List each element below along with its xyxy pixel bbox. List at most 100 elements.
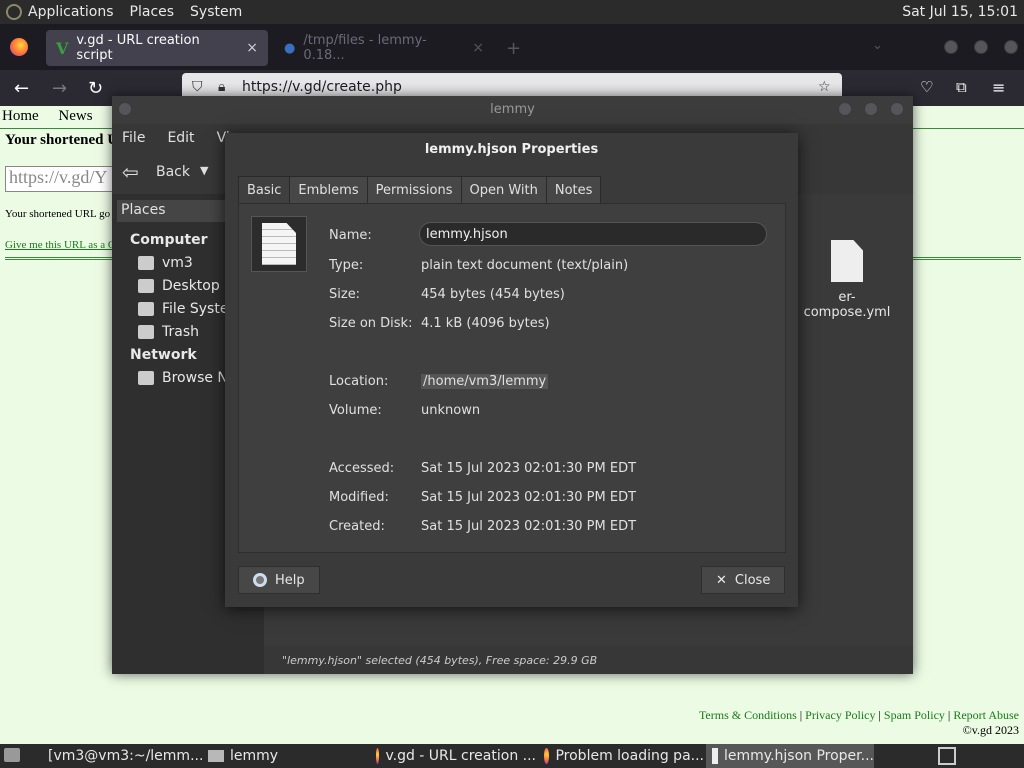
taskbar-item-vgd[interactable]: v.gd - URL creation ...: [370, 744, 536, 768]
maximize-button[interactable]: [864, 102, 878, 116]
globe-icon: ●: [284, 40, 296, 56]
location-value[interactable]: /home/vm3/lemmy: [421, 374, 549, 389]
firefox-icon: [544, 748, 550, 764]
workspace-switcher-icon[interactable]: [938, 747, 956, 765]
size-value: 454 bytes (454 bytes): [421, 287, 565, 302]
bookmark-star-icon[interactable]: ☆: [818, 79, 831, 95]
accessed-value: Sat 15 Jul 2023 02:01:30 PM EDT: [421, 461, 637, 476]
sidebar-item-vm3[interactable]: vm3: [138, 255, 193, 271]
system-menu[interactable]: System: [184, 4, 252, 20]
terms-link[interactable]: Terms & Conditions: [699, 708, 797, 722]
taskbar-item-properties[interactable]: lemmy.hjson Proper...: [706, 744, 874, 768]
help-button-label: Help: [275, 572, 305, 588]
tab-emblems[interactable]: Emblems: [289, 176, 368, 204]
help-button[interactable]: Help: [238, 566, 320, 594]
created-label: Created:: [329, 519, 385, 534]
window-menu-button[interactable]: [118, 102, 132, 116]
sidebar-item-filesystem[interactable]: File Systen: [138, 301, 237, 317]
name-field[interactable]: [419, 222, 767, 246]
copyright: ©v.gd 2023: [962, 723, 1019, 737]
shield-icon[interactable]: ⛉: [192, 79, 203, 95]
close-window-button[interactable]: [890, 102, 904, 116]
dialog-title[interactable]: lemmy.hjson Properties: [225, 133, 798, 165]
close-button[interactable]: ✕ Close: [701, 566, 786, 594]
tab-open-with[interactable]: Open With: [460, 176, 547, 204]
vgd-favicon-icon: V: [56, 38, 69, 58]
minimize-button[interactable]: [838, 102, 852, 116]
file-item-label: er-compose.yml: [803, 290, 891, 320]
separator: |: [799, 708, 803, 722]
text-document-icon: [712, 748, 718, 764]
reload-icon[interactable]: ↻: [88, 78, 103, 99]
close-window-button[interactable]: [1004, 40, 1018, 54]
places-menu[interactable]: Places: [124, 4, 185, 20]
taskbar-item-problem-loading[interactable]: Problem loading pa...: [538, 744, 704, 768]
show-desktop-icon[interactable]: [4, 748, 20, 762]
privacy-link[interactable]: Privacy Policy: [805, 708, 875, 722]
menu-edit[interactable]: Edit: [167, 130, 194, 146]
file-icon-button[interactable]: [251, 216, 307, 272]
separator: |: [947, 708, 951, 722]
location-label: Location:: [329, 374, 389, 389]
file-item-docker-compose[interactable]: er-compose.yml: [797, 240, 897, 320]
close-tab-icon[interactable]: ×: [246, 40, 258, 56]
window-titlebar[interactable]: lemmy: [112, 96, 913, 124]
forward-arrow-icon[interactable]: →: [52, 78, 67, 99]
lock-icon[interactable]: 🔒︎: [218, 79, 225, 95]
taskbar-item-label: Problem loading pa...: [555, 748, 704, 764]
nav-home-link[interactable]: Home: [2, 108, 39, 124]
back-button-label[interactable]: Back: [156, 164, 190, 180]
tab-notes[interactable]: Notes: [545, 176, 602, 204]
name-label: Name:: [329, 228, 372, 243]
extensions-icon[interactable]: ⧉: [956, 78, 967, 96]
tab-vgd[interactable]: V v.gd - URL creation script ×: [46, 30, 268, 66]
pocket-icon[interactable]: ♡: [920, 78, 933, 96]
sidebar-item-browse-network[interactable]: Browse Ne: [138, 370, 237, 386]
network-icon: [138, 371, 154, 385]
new-tab-button[interactable]: +: [506, 38, 521, 59]
tab-permissions[interactable]: Permissions: [366, 176, 462, 204]
created-value: Sat 15 Jul 2023 02:01:30 PM EDT: [421, 519, 637, 534]
places-combo-label: Places: [121, 202, 166, 218]
tab-files[interactable]: ● /tmp/files - lemmy-0.18... ×: [274, 30, 494, 66]
sidebar-item-desktop[interactable]: Desktop: [138, 278, 220, 294]
taskbar-item-label: [vm3@vm3:~/lemm...: [48, 748, 202, 764]
system-menu-label: System: [190, 4, 243, 20]
minimize-button[interactable]: [944, 40, 958, 54]
tab-bar: V v.gd - URL creation script × ● /tmp/fi…: [0, 24, 1024, 70]
back-arrow-icon[interactable]: ←: [14, 78, 29, 99]
firefox-icon[interactable]: [10, 38, 28, 56]
accessed-label: Accessed:: [329, 461, 395, 476]
sidebar-item-trash[interactable]: Trash: [138, 324, 199, 340]
applications-menu[interactable]: Applications: [0, 4, 124, 20]
list-tabs-icon[interactable]: ⌄: [872, 38, 883, 53]
text-file-icon: [831, 240, 863, 282]
close-tab-icon[interactable]: ×: [472, 40, 484, 56]
taskbar-item-terminal[interactable]: [vm3@vm3:~/lemm...: [36, 744, 202, 768]
report-abuse-link[interactable]: Report Abuse: [953, 708, 1019, 722]
window-title: lemmy: [490, 102, 535, 117]
short-url-field[interactable]: https://v.gd/Y: [5, 166, 125, 192]
taskbar-item-lemmy[interactable]: lemmy: [202, 744, 366, 768]
qr-code-link[interactable]: Give me this URL as a Q: [5, 239, 116, 251]
nav-news-link[interactable]: News: [58, 108, 92, 124]
tab-title: /tmp/files - lemmy-0.18...: [303, 33, 427, 63]
back-arrow-icon[interactable]: ⇦: [122, 160, 139, 184]
type-value: plain text document (text/plain): [421, 258, 629, 273]
taskbar-item-label: lemmy.hjson Proper...: [724, 748, 874, 764]
taskbar-item-label: lemmy: [230, 748, 279, 764]
hamburger-menu-icon[interactable]: ≡: [992, 78, 1005, 97]
places-combo[interactable]: Places ▼: [117, 200, 233, 222]
sidebar-item-label: vm3: [162, 255, 193, 271]
trash-icon: [138, 325, 154, 339]
firefox-icon: [376, 748, 380, 764]
back-history-dropdown-icon[interactable]: ▼: [200, 164, 208, 177]
folder-icon: [208, 750, 224, 762]
spam-policy-link[interactable]: Spam Policy: [884, 708, 945, 722]
maximize-button[interactable]: [974, 40, 988, 54]
clock[interactable]: Sat Jul 15, 15:01: [902, 4, 1018, 20]
tab-basic[interactable]: Basic: [238, 176, 291, 204]
size-label: Size:: [329, 287, 361, 302]
menu-file[interactable]: File: [122, 130, 145, 146]
taskbar-item-label: v.gd - URL creation ...: [385, 748, 536, 764]
